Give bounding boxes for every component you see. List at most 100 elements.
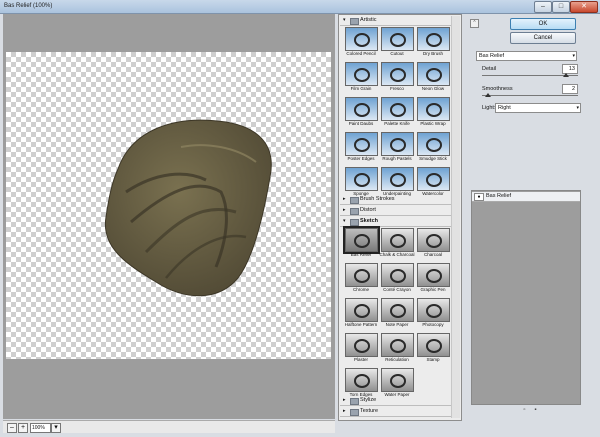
thumbnail-label: Charcoal	[423, 252, 442, 257]
filter-thumbnail[interactable]: Water Paper	[380, 368, 414, 399]
maximize-button[interactable]: □	[552, 1, 570, 13]
filter-thumbnail[interactable]: Charcoal	[416, 228, 450, 259]
thumbnail-label: Photocopy	[422, 322, 444, 327]
ok-button[interactable]: OK	[510, 18, 576, 30]
thumbnail-image	[345, 298, 378, 322]
thumbnail-image	[381, 97, 414, 121]
window-title: Bas Relief (100%)	[4, 3, 53, 9]
filter-select-value: Bas Relief	[479, 53, 505, 59]
zoom-dropdown-arrow[interactable]: ▾	[51, 423, 61, 433]
new-effect-layer-icon[interactable]: ▫	[521, 407, 528, 414]
thumbnail-label: Halftone Pattern	[344, 322, 378, 327]
cancel-button[interactable]: Cancel	[510, 32, 576, 44]
thumbnail-label: Poster Edges	[347, 156, 375, 161]
category-artistic[interactable]: ▾ Artistic	[340, 16, 451, 26]
filter-thumbnail[interactable]: Colored Pencil	[344, 27, 378, 58]
filter-thumbnail[interactable]: Plaster	[344, 333, 378, 364]
thumbnail-label: Paint Daubs	[348, 121, 374, 126]
filter-thumbnail[interactable]: Stamp	[416, 333, 450, 364]
filter-thumbnail[interactable]: Chalk & Charcoal	[379, 228, 415, 259]
zoom-out-button[interactable]: –	[7, 423, 17, 433]
filter-thumbnail[interactable]: Underpainting	[380, 167, 414, 198]
smoothness-slider-track[interactable]	[482, 95, 578, 96]
thumbnail-image	[381, 263, 414, 287]
thumbnail-label: Cutout	[390, 51, 404, 56]
filter-thumbnail[interactable]: Paint Daubs	[344, 97, 378, 128]
preview-canvas[interactable]	[6, 52, 331, 359]
filter-thumbnail[interactable]: Halftone Pattern	[344, 298, 378, 329]
preview-panel[interactable]	[3, 14, 335, 419]
thumbnail-label: Rough Pastels	[382, 156, 412, 161]
thumbnail-image	[381, 368, 414, 392]
light-select[interactable]: Right ▾	[495, 103, 581, 113]
thumbnail-label: Stamp	[426, 357, 440, 362]
zoom-level-field[interactable]: 100%	[30, 423, 51, 433]
category-label: Artistic	[360, 17, 377, 23]
thumbnail-label: Conté Crayon	[383, 287, 411, 292]
thumbnail-image	[417, 298, 450, 322]
filter-thumbnail[interactable]: Photocopy	[416, 298, 450, 329]
filter-thumbnail[interactable]: Neon Glow	[416, 62, 450, 93]
detail-slider-handle[interactable]	[562, 73, 569, 77]
filter-thumbnail[interactable]: Rough Pastels	[380, 132, 414, 163]
collapse-gallery-button[interactable]: ⌃	[470, 19, 479, 28]
folder-icon	[350, 409, 359, 416]
thumbnail-label: Note Paper	[385, 322, 409, 327]
filter-thumbnail[interactable]: Graphic Pen	[416, 263, 450, 294]
category-label: Sketch	[360, 218, 379, 224]
thumbnail-label: Fresco	[390, 86, 404, 91]
thumbnail-label: Bas Relief	[350, 252, 372, 257]
filter-thumbnail[interactable]: Cutout	[380, 27, 414, 58]
thumbnail-image	[345, 62, 378, 86]
filter-select[interactable]: Bas Relief ▾	[476, 51, 577, 61]
thumbnail-image	[417, 27, 450, 51]
category-label: Brush Strokes	[360, 196, 395, 202]
thumbnail-image	[381, 298, 414, 322]
filter-thumbnail[interactable]: Plastic Wrap	[416, 97, 450, 128]
thumbnail-label: Plaster	[353, 357, 368, 362]
category-texture[interactable]: ▸ Texture	[340, 407, 451, 417]
effect-layer-row[interactable]: ● Bas Relief	[472, 192, 580, 202]
collapse-arrow-icon: ▸	[343, 408, 346, 414]
preview-status-bar: – + 100% ▾	[3, 420, 335, 433]
filter-thumbnail[interactable]: Chrome	[344, 263, 378, 294]
filter-thumbnail[interactable]: Reticulation	[380, 333, 414, 364]
category-brush-strokes[interactable]: ▸ Brush Strokes	[340, 195, 451, 205]
filter-thumbnail[interactable]: Conté Crayon	[380, 263, 414, 294]
filter-thumbnail[interactable]: Watercolor	[416, 167, 450, 198]
filter-thumbnail[interactable]: Dry Brush	[416, 27, 450, 58]
zoom-in-button[interactable]: +	[18, 423, 28, 433]
filter-thumbnail[interactable]: Torn Edges	[344, 368, 378, 399]
thumbnail-image	[345, 167, 378, 191]
category-stylize[interactable]: ▸ Stylize	[340, 396, 451, 406]
thumbnail-image	[381, 333, 414, 357]
thumbnail-label: Graphic Pen	[420, 287, 446, 292]
delete-effect-layer-icon[interactable]: ▪	[532, 407, 539, 414]
close-button[interactable]: ✕	[570, 1, 598, 13]
collapse-arrow-icon: ▸	[343, 196, 346, 202]
category-distort[interactable]: ▸ Distort	[340, 206, 451, 216]
folder-icon	[350, 197, 359, 204]
filter-thumbnail[interactable]: Poster Edges	[344, 132, 378, 163]
smoothness-field[interactable]: 2	[562, 84, 578, 94]
filter-thumbnail[interactable]: Sponge	[344, 167, 378, 198]
expand-arrow-icon: ▾	[343, 218, 346, 224]
relief-shape	[104, 119, 272, 297]
expand-arrow-icon: ▾	[343, 17, 346, 23]
eye-icon[interactable]: ●	[474, 193, 484, 201]
filter-thumbnail[interactable]: Bas Relief	[343, 226, 380, 259]
thumbnail-image	[345, 132, 378, 156]
filter-thumbnail[interactable]: Smudge Stick	[416, 132, 450, 163]
thumbnail-image	[345, 97, 378, 121]
category-sketch[interactable]: ▾ Sketch	[340, 217, 451, 227]
smoothness-slider-handle[interactable]	[485, 93, 492, 97]
thumbnail-label: Film Grain	[350, 86, 372, 91]
filter-thumbnail[interactable]: Film Grain	[344, 62, 378, 93]
thumbnail-image	[417, 167, 450, 191]
filter-thumbnail[interactable]: Note Paper	[380, 298, 414, 329]
filter-gallery: ▾ Artistic Colored Pencil Cutout Dry Brush…	[338, 14, 462, 421]
minimize-button[interactable]: –	[534, 1, 552, 13]
filter-thumbnail[interactable]: Palette Knife	[380, 97, 414, 128]
filter-thumbnail[interactable]: Fresco	[380, 62, 414, 93]
gallery-scrollbar[interactable]	[451, 16, 460, 418]
